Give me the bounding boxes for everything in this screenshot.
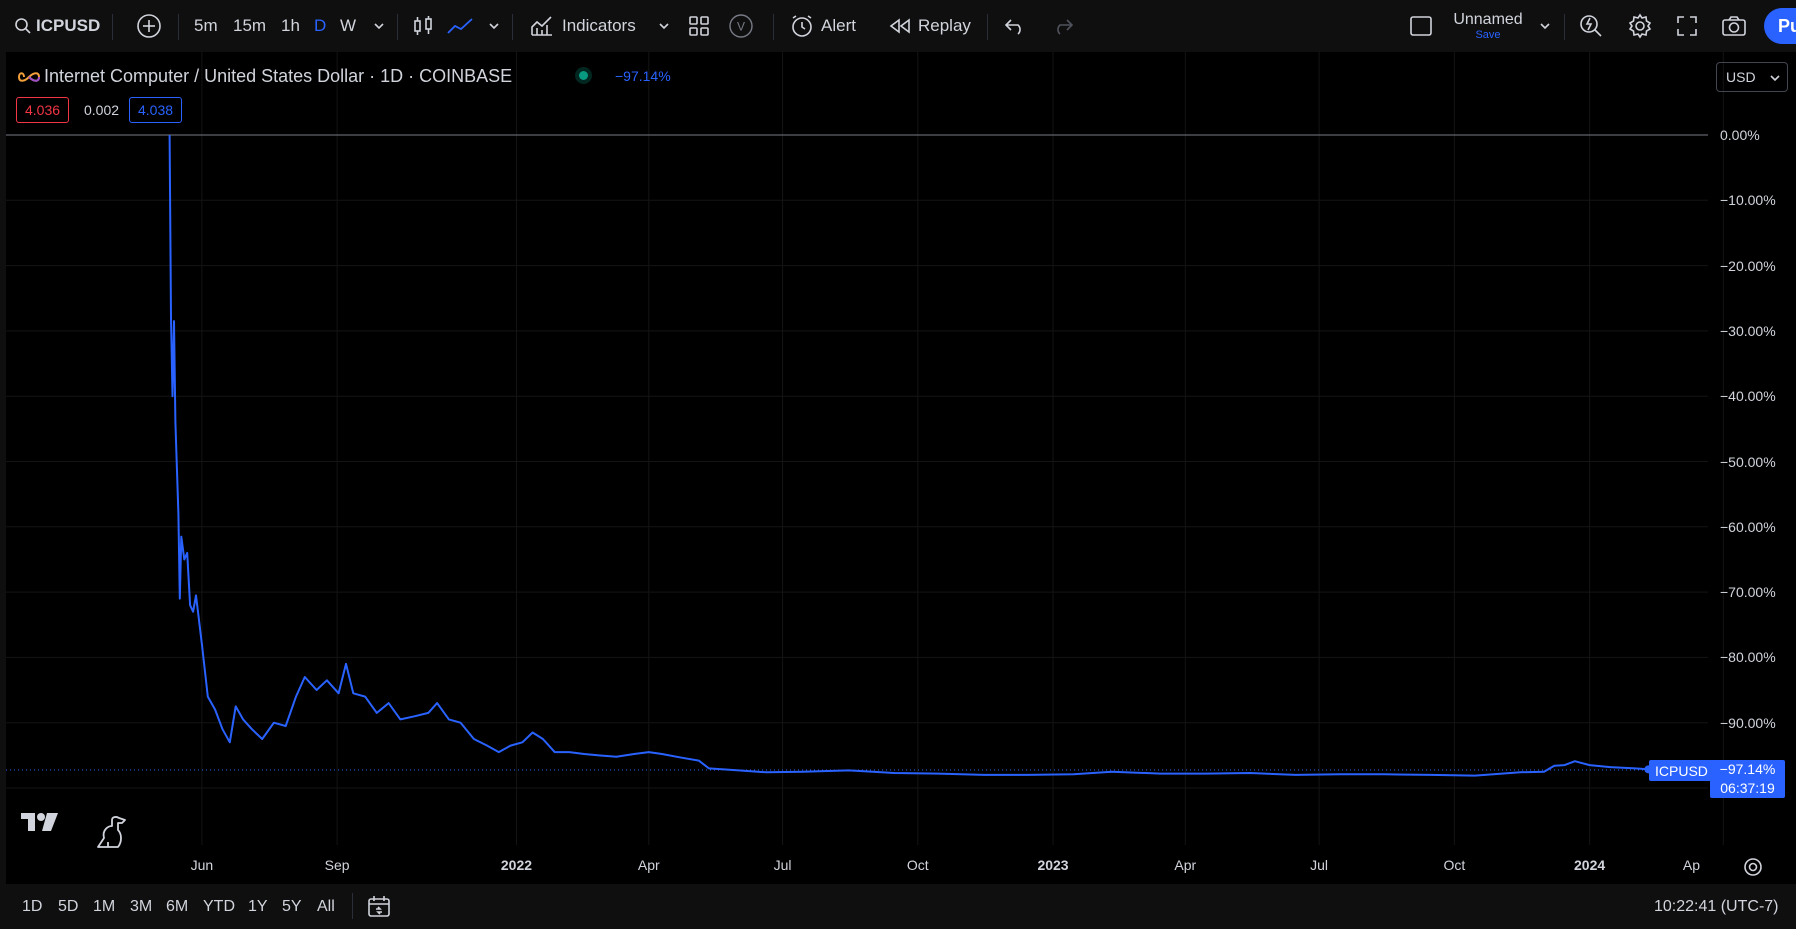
time-axis-label: Sep (324, 857, 350, 873)
time-axis-label: 2024 (1574, 857, 1606, 873)
symbol-price-tag: ICPUSD (1649, 760, 1714, 781)
bar-countdown: 06:37:19 (1720, 780, 1775, 796)
currency-select[interactable]: USD (1716, 62, 1788, 92)
tradingview-logo-icon (21, 813, 58, 831)
price-axis-label: −60.00% (1720, 518, 1776, 535)
sell-price[interactable]: 4.036 (16, 97, 70, 123)
time-axis-label: Jul (1310, 857, 1329, 873)
go-to-date-icon[interactable] (366, 894, 392, 920)
last-price-value: −97.14% (1719, 761, 1776, 777)
time-axis-label: Jun (190, 857, 214, 873)
legend-change: −97.14% (615, 68, 671, 84)
currency-label: USD (1726, 69, 1756, 85)
price-series-line (168, 134, 1649, 777)
time-axis-label: 2023 (1037, 857, 1069, 873)
time-axis-label: Ap (1682, 857, 1700, 873)
internet-computer-logo-icon (18, 72, 40, 82)
price-axis-label: −10.00% (1720, 192, 1776, 209)
bottom-toolbar (0, 884, 1796, 929)
price-axis-label: −30.00% (1720, 322, 1776, 339)
time-axis-label: Jul (773, 857, 792, 873)
legend-title[interactable]: Internet Computer / United States Dollar… (44, 66, 512, 87)
price-axis-label: −40.00% (1720, 388, 1776, 405)
last-price-tag: −97.14% 06:37:19 (1710, 760, 1785, 798)
range-button-1m[interactable]: 1M (93, 898, 115, 916)
price-axis-label: −50.00% (1720, 453, 1776, 470)
time-axis-label: 2022 (500, 857, 533, 873)
range-button-1y[interactable]: 1Y (248, 898, 268, 916)
range-button-6m[interactable]: 6M (166, 898, 188, 916)
chevron-down-icon (1770, 75, 1780, 82)
price-axis-label: −80.00% (1720, 649, 1776, 666)
market-open-indicator (579, 71, 588, 80)
range-button-5y[interactable]: 5Y (282, 898, 302, 916)
buy-price[interactable]: 4.038 (129, 97, 183, 123)
spread-value: 0.002 (84, 102, 120, 118)
price-points (169, 134, 1650, 777)
range-button-3m[interactable]: 3M (130, 898, 152, 916)
axis-settings-gear-icon[interactable] (1742, 856, 1764, 878)
time-axis-label: Oct (906, 857, 929, 873)
price-axis-label: 0.00% (1720, 127, 1760, 143)
price-axis-label: −70.00% (1720, 584, 1776, 601)
price-chart[interactable] (0, 0, 1796, 929)
timezone-clock[interactable]: 10:22:41 (UTC-7) (1654, 898, 1779, 916)
time-axis-label: Apr (1174, 857, 1197, 873)
range-button-1d[interactable]: 1D (22, 898, 42, 916)
time-axis-label: Oct (1443, 857, 1466, 873)
range-button-ytd[interactable]: YTD (203, 898, 235, 916)
time-axis-label: Apr (637, 857, 660, 873)
dinosaur-icon[interactable] (94, 814, 130, 850)
range-button-5d[interactable]: 5D (58, 898, 78, 916)
price-axis-label: −20.00% (1720, 257, 1776, 274)
chart-grid (6, 52, 1724, 845)
toolbar-divider (352, 893, 353, 919)
range-button-all[interactable]: All (317, 898, 335, 916)
price-axis-label: −90.00% (1720, 714, 1776, 731)
